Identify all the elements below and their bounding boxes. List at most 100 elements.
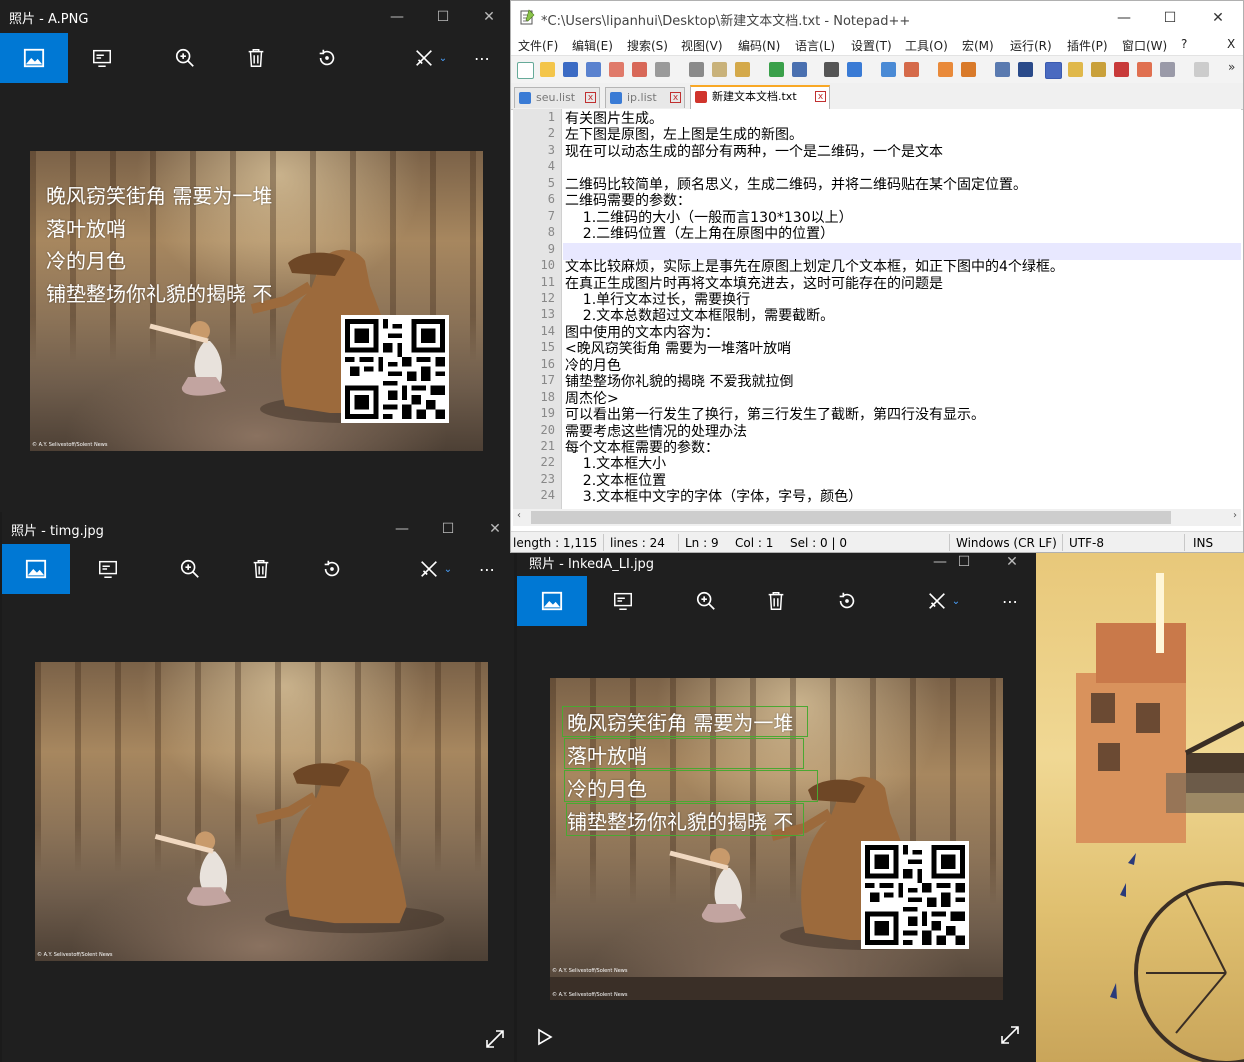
editor[interactable]: 1 有关图片生成。 2 左下图是原图，左上图是生成的新图。 3 现在可以动态生成的部分有两… <box>513 109 1241 509</box>
menu-edit[interactable]: 编辑(E) <box>572 37 613 54</box>
menu-file[interactable]: 文件(F) <box>518 37 558 54</box>
indent-guide-icon[interactable] <box>1045 62 1062 79</box>
rotate-icon[interactable] <box>293 33 361 83</box>
menu-search[interactable]: 搜索(S) <box>627 37 668 54</box>
close-button[interactable]: ✕ <box>1195 5 1241 31</box>
menu-close-doc[interactable]: X <box>1227 37 1235 51</box>
file-icon <box>610 92 622 104</box>
title-bar: *C:\Users\lipanhui\Desktop\新建文本文档.txt - … <box>511 1 1243 34</box>
show-all-icon[interactable] <box>1018 62 1033 77</box>
redo-icon[interactable] <box>792 62 807 77</box>
undo-icon[interactable] <box>769 62 784 77</box>
maximize-button[interactable]: ☐ <box>1147 5 1193 31</box>
line-number: 11 <box>540 274 555 289</box>
image-icon[interactable] <box>2 544 70 594</box>
monitor-icon[interactable] <box>1160 62 1175 77</box>
tab-new-document[interactable]: 新建文本文档.txt x <box>690 85 830 109</box>
horizontal-scrollbar[interactable]: ‹ › <box>513 509 1241 526</box>
caption-line: 落叶放哨 <box>46 216 126 241</box>
function-list-icon[interactable] <box>1114 62 1129 77</box>
edit-icon[interactable]: ⌄ <box>909 576 977 626</box>
menu-language[interactable]: 语言(L) <box>795 37 835 54</box>
zoom-in-icon[interactable] <box>881 62 896 77</box>
more-icon[interactable]: ⋯ <box>985 576 1035 626</box>
menu-macro[interactable]: 宏(M) <box>962 37 994 54</box>
tab-seu-list[interactable]: seu.list x <box>514 87 600 108</box>
tab-ip-list[interactable]: ip.list x <box>605 87 685 108</box>
record-macro-icon[interactable] <box>1194 62 1209 77</box>
paste-icon[interactable] <box>735 62 750 77</box>
menu-settings[interactable]: 设置(T) <box>851 37 892 54</box>
maximize-button[interactable]: ☐ <box>425 516 471 542</box>
image-icon[interactable] <box>517 576 587 626</box>
photo-image: 晚风窃笑街角 需要为一堆 落叶放哨 冷的月色 铺垫整场你礼貌的揭晓 不 © A.… <box>30 151 483 451</box>
image-icon[interactable] <box>0 33 68 83</box>
save-icon[interactable] <box>563 62 578 77</box>
menu-plugins[interactable]: 插件(P) <box>1067 37 1108 54</box>
sync-h-icon[interactable] <box>961 62 976 77</box>
slideshow-icon[interactable] <box>589 576 657 626</box>
more-icon[interactable]: ⋯ <box>462 544 512 594</box>
menu-encoding[interactable]: 编码(N) <box>738 37 780 54</box>
close-button[interactable]: ✕ <box>466 4 510 30</box>
find-icon[interactable] <box>824 62 839 77</box>
open-file-icon[interactable] <box>540 62 555 77</box>
close-all-icon[interactable] <box>632 62 647 77</box>
delete-icon[interactable] <box>742 576 810 626</box>
wrap-icon[interactable] <box>995 62 1010 77</box>
close-tab-icon[interactable]: x <box>815 91 826 102</box>
scroll-thumb[interactable] <box>531 511 1171 524</box>
sync-v-icon[interactable] <box>938 62 953 77</box>
new-file-icon[interactable] <box>517 62 534 79</box>
maximize-button[interactable]: ☐ <box>420 4 466 30</box>
print-icon[interactable] <box>655 62 670 77</box>
zoom-icon[interactable] <box>156 544 224 594</box>
close-tab-icon[interactable]: x <box>670 92 681 103</box>
more-icon[interactable]: ⋯ <box>457 33 507 83</box>
menu-run[interactable]: 运行(R) <box>1010 37 1052 54</box>
menu-help[interactable]: ? <box>1181 37 1187 51</box>
save-all-icon[interactable] <box>586 62 601 77</box>
close-tab-icon[interactable]: x <box>585 92 596 103</box>
line-number: 24 <box>540 488 555 503</box>
close-button[interactable]: ✕ <box>472 516 514 542</box>
fullscreen-icon[interactable] <box>999 1024 1021 1046</box>
line-number: 20 <box>540 422 555 437</box>
udl-icon[interactable] <box>1068 62 1083 77</box>
minimize-button[interactable]: — <box>379 516 425 542</box>
minimize-button[interactable]: — <box>1101 5 1147 31</box>
zoom-out-icon[interactable] <box>904 62 919 77</box>
rotate-icon[interactable] <box>298 544 366 594</box>
slideshow-icon[interactable] <box>74 544 142 594</box>
close-file-icon[interactable] <box>609 62 624 77</box>
minimize-button[interactable]: — <box>374 4 420 30</box>
zoom-icon[interactable] <box>672 576 740 626</box>
menu-tools[interactable]: 工具(O) <box>905 37 948 54</box>
zoom-icon[interactable] <box>151 33 219 83</box>
menu-view[interactable]: 视图(V) <box>681 37 723 54</box>
edit-icon[interactable]: ⌄ <box>401 544 469 594</box>
edit-icon[interactable]: ⌄ <box>396 33 464 83</box>
copy-icon[interactable] <box>712 62 727 77</box>
slideshow-icon[interactable] <box>68 33 136 83</box>
scroll-left-icon[interactable]: ‹ <box>517 510 521 521</box>
status-lines: lines : 24 <box>610 536 665 550</box>
cut-icon[interactable] <box>689 62 704 77</box>
doc-map-icon[interactable] <box>1091 62 1106 77</box>
rotate-icon[interactable] <box>813 576 881 626</box>
photos-window-a: 照片 - A.PNG — ☐ ✕ ⌄ ⋯ 晚风窃笑街角 需要为一堆 落叶放哨 冷… <box>0 0 510 512</box>
delete-icon[interactable] <box>227 544 295 594</box>
folder-workspace-icon[interactable] <box>1137 62 1152 77</box>
fullscreen-icon[interactable] <box>484 1028 506 1050</box>
title-bar: 照片 - A.PNG — ☐ ✕ <box>0 0 510 33</box>
delete-icon[interactable] <box>222 33 290 83</box>
menu-window[interactable]: 窗口(W) <box>1122 37 1167 54</box>
toolbar-overflow-icon[interactable]: » <box>1228 60 1235 74</box>
scroll-right-icon[interactable]: › <box>1233 510 1237 521</box>
status-eol: Windows (CR LF) <box>956 536 1057 550</box>
toolbar: » <box>511 55 1243 84</box>
play-icon[interactable] <box>535 1027 555 1047</box>
replace-icon[interactable] <box>847 62 862 77</box>
caption-line: 落叶放哨 <box>567 744 647 768</box>
window-title: 照片 - A.PNG <box>9 12 89 27</box>
